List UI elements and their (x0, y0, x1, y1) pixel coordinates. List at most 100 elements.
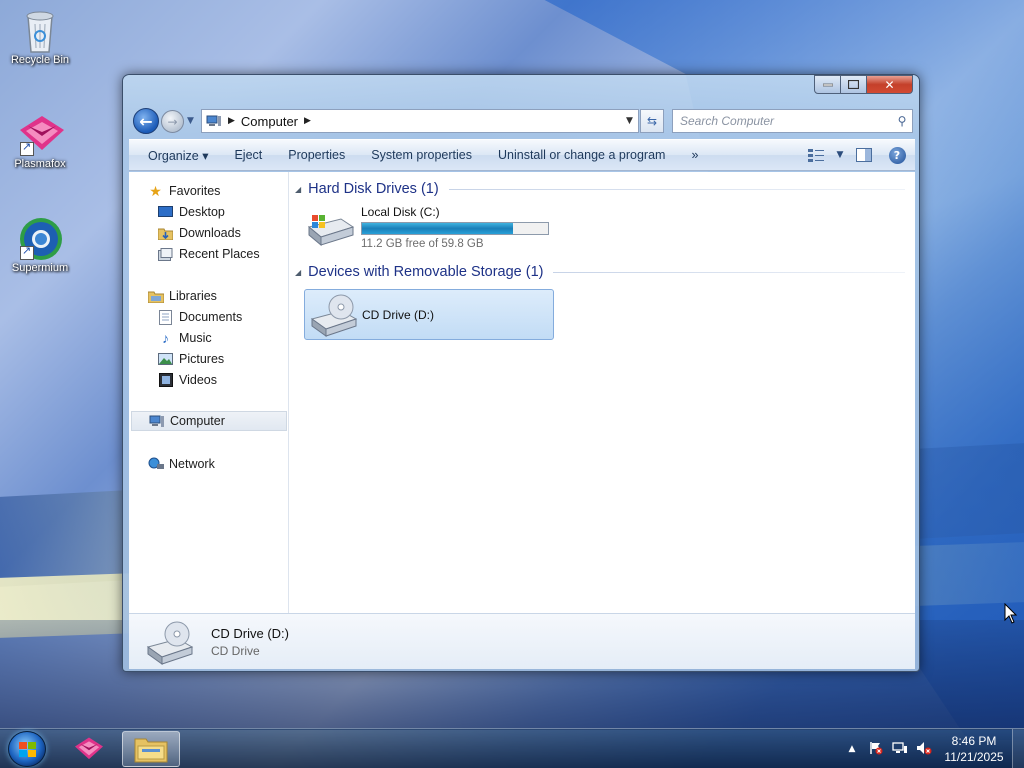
show-hidden-icons-button[interactable]: ▲ (840, 744, 864, 754)
plasmafox-icon (75, 737, 103, 760)
address-dropdown-icon[interactable]: ▼ (620, 116, 638, 126)
taskbar-explorer[interactable] (122, 731, 180, 767)
nav-desktop[interactable]: Desktop (157, 202, 225, 222)
properties-button[interactable]: Properties (275, 140, 358, 170)
eject-button[interactable]: Eject (221, 140, 275, 170)
view-icon (808, 149, 824, 162)
organize-button[interactable]: Organize ▾ (129, 140, 221, 170)
search-box[interactable]: ⚲ (672, 109, 913, 133)
breadcrumb-separator-icon[interactable]: ▶ (228, 116, 235, 126)
group-header-hard-disks[interactable]: ◢ Hard Disk Drives (1) (295, 181, 905, 197)
videos-icon (157, 372, 174, 388)
nav-label: Videos (179, 373, 217, 387)
forward-button[interactable]: → (161, 110, 184, 133)
breadcrumb-computer[interactable]: Computer (241, 114, 298, 129)
system-tray: ▲ (840, 729, 936, 768)
disk-usage-bar (361, 222, 549, 235)
nav-music[interactable]: ♪ Music (157, 328, 212, 348)
nav-label: Documents (179, 310, 243, 324)
taskbar: ▲ 8:46 PM 11/21/2025 (0, 728, 1024, 768)
drive-name: CD Drive (D:) (362, 307, 434, 322)
documents-icon (157, 309, 174, 325)
nav-recent-places[interactable]: Recent Places (157, 244, 260, 264)
maximize-button[interactable] (841, 75, 867, 94)
group-title: Devices with Removable Storage (1) (308, 264, 544, 280)
desktop-icon-recycle-bin[interactable]: Recycle Bin (2, 8, 78, 66)
minimize-button[interactable] (814, 75, 841, 94)
search-icon[interactable]: ⚲ (892, 114, 912, 128)
action-center-flag-icon[interactable] (864, 741, 888, 758)
group-header-removable-storage[interactable]: ◢ Devices with Removable Storage (1) (295, 264, 905, 280)
plasmafox-icon (18, 112, 64, 156)
clock[interactable]: 8:46 PM 11/21/2025 (938, 733, 1010, 765)
arrow-right-icon: → (167, 114, 178, 129)
show-desktop-button[interactable] (1012, 729, 1024, 768)
caption-buttons: ✕ (814, 75, 913, 94)
uninstall-program-button[interactable]: Uninstall or change a program (485, 140, 678, 170)
collapse-triangle-icon[interactable]: ◢ (295, 268, 301, 277)
change-view-button[interactable] (801, 140, 831, 170)
navigation-pane: ★ Favorites Desktop Downloads Recent Pla… (129, 172, 289, 613)
nav-label: Libraries (169, 289, 217, 303)
close-icon: ✕ (884, 77, 895, 92)
help-button[interactable]: ? (879, 140, 915, 170)
mouse-cursor-icon (1004, 603, 1018, 624)
refresh-button[interactable]: ⇆ (640, 109, 664, 133)
refresh-icon: ⇆ (646, 114, 658, 128)
drive-free-space: 11.2 GB free of 59.8 GB (361, 238, 484, 250)
nav-label: Music (179, 331, 212, 345)
nav-documents[interactable]: Documents (157, 307, 242, 327)
details-pane: CD Drive (D:) CD Drive (129, 613, 915, 669)
preview-pane-button[interactable] (849, 140, 879, 170)
nav-computer[interactable]: Computer (131, 411, 287, 431)
drive-cd-d[interactable]: CD Drive (D:) (304, 289, 554, 340)
details-item-type: CD Drive (211, 643, 260, 658)
clock-time: 8:46 PM (951, 734, 997, 748)
preview-pane-icon (856, 148, 872, 162)
system-properties-button[interactable]: System properties (358, 140, 485, 170)
windows-logo-icon (19, 742, 36, 757)
nav-libraries[interactable]: Libraries (147, 286, 217, 306)
taskbar-plasmafox[interactable] (60, 731, 118, 767)
details-item-name: CD Drive (D:) (211, 625, 289, 641)
pictures-icon (157, 351, 174, 367)
nav-pictures[interactable]: Pictures (157, 349, 224, 369)
nav-label: Desktop (179, 205, 225, 219)
desktop-icon-label: Supermium (11, 262, 69, 274)
volume-muted-icon[interactable] (912, 741, 936, 758)
view-options-dropdown-icon[interactable]: ▼ (831, 140, 849, 170)
hard-disk-windows-icon (307, 215, 355, 247)
group-divider (448, 188, 905, 190)
breadcrumb-separator-icon[interactable]: ▶ (304, 116, 311, 126)
desktop-icon (157, 204, 174, 220)
nav-label: Favorites (169, 184, 221, 198)
recent-pages-button[interactable]: ▼ (187, 116, 194, 126)
navigation-bar: ← → ▼ ▶ Computer ▶ ▼ ⇆ ⚲ (131, 107, 913, 135)
start-button[interactable] (8, 731, 46, 767)
nav-downloads[interactable]: Downloads (157, 223, 241, 243)
more-commands-button[interactable]: » (678, 140, 711, 170)
back-button[interactable]: ← (133, 108, 159, 134)
address-bar[interactable]: ▶ Computer ▶ ▼ (201, 109, 639, 133)
search-input[interactable] (673, 114, 892, 128)
nav-label: Recent Places (179, 247, 260, 261)
music-note-icon: ♪ (162, 330, 169, 346)
explorer-folder-icon (134, 738, 168, 763)
desktop-icon-plasmafox[interactable]: Plasmafox (2, 112, 78, 170)
drive-name: Local Disk (C:) (361, 205, 440, 219)
help-icon: ? (888, 146, 906, 164)
nav-network[interactable]: Network (147, 454, 215, 474)
collapse-triangle-icon[interactable]: ◢ (295, 185, 301, 194)
computer-icon (206, 115, 221, 126)
nav-videos[interactable]: Videos (157, 370, 217, 390)
nav-label: Computer (170, 414, 225, 428)
desktop-icon-supermium[interactable]: Supermium (2, 216, 78, 274)
network-status-icon[interactable] (888, 741, 912, 758)
nav-favorites[interactable]: ★ Favorites (147, 181, 220, 201)
recent-places-icon (157, 246, 174, 262)
cd-drive-icon (146, 621, 194, 665)
close-button[interactable]: ✕ (867, 75, 913, 94)
downloads-folder-icon (157, 225, 174, 241)
drive-local-disk-c[interactable]: Local Disk (C:) 11.2 GB free of 59.8 GB (307, 205, 549, 250)
computer-icon (148, 413, 165, 429)
